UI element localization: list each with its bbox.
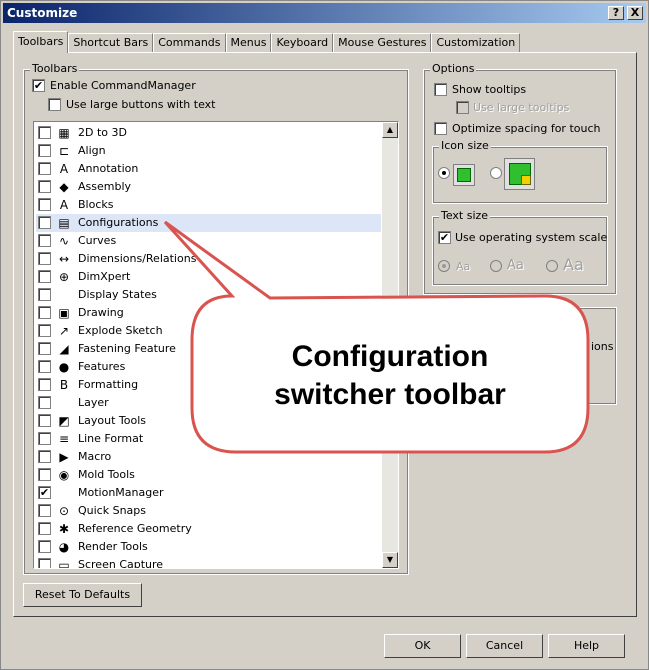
callout-shape [163,220,590,454]
callout-text: Configuration switcher toolbar [200,338,580,414]
callout-line-1: Configuration [291,340,489,373]
callout-line-2: switcher toolbar [274,378,506,411]
tab-toolbars[interactable]: Toolbars [13,31,69,53]
callout-bubble [163,220,590,454]
